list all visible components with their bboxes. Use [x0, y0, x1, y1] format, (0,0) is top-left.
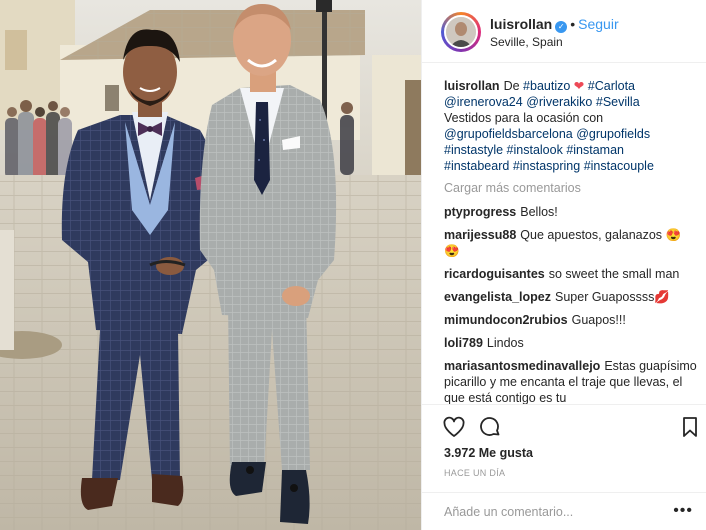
comment-item: ricardoguisantes so sweet the small man — [444, 266, 702, 282]
comment-item: evangelista_lopez Super Guapossss💋 — [444, 289, 702, 305]
hashtag-instastyle[interactable]: #instastyle — [444, 143, 503, 157]
heart-icon[interactable] — [442, 415, 466, 439]
comment-username[interactable]: mariasantosmedinavallejo — [444, 359, 600, 373]
avatar[interactable] — [441, 12, 481, 52]
hashtag-instacouple[interactable]: #instacouple — [584, 159, 654, 173]
comment-text: Que apuestos, galanazos — [520, 228, 663, 242]
comment-item: loli789 Lindos — [444, 335, 702, 351]
caption-username[interactable]: luisrollan — [444, 79, 500, 93]
comment-item: ptyprogress Bellos! — [444, 204, 702, 220]
add-comment-bar: ••• — [422, 492, 706, 530]
comment-username[interactable]: evangelista_lopez — [444, 290, 551, 304]
hashtag-instabeard[interactable]: #instabeard — [444, 159, 509, 173]
verified-icon: ✓ — [555, 21, 568, 33]
comment-icon[interactable] — [478, 415, 502, 439]
post-photo[interactable] — [0, 0, 421, 530]
mention-grupofields[interactable]: @grupofields — [576, 127, 650, 141]
comment-text: Bellos! — [520, 205, 558, 219]
heart-eyes-emoji: 😍 — [444, 244, 460, 258]
comment-text: Super Guapossss — [555, 290, 655, 304]
separator-dot: • — [570, 16, 576, 32]
post-actions-bar — [422, 404, 706, 444]
comments-list[interactable]: luisrollan De #bautizo ❤ #Carlota @irener… — [444, 78, 702, 404]
hashtag-bautizo[interactable]: #bautizo — [523, 79, 570, 93]
hashtag-sevilla[interactable]: #Sevilla — [596, 95, 640, 109]
comment-item: marijessu88 Que apuestos, galanazos 😍 😍 — [444, 227, 702, 259]
user-line: luisrollan ✓ • Seguir — [490, 16, 619, 33]
username-link[interactable]: luisrollan — [490, 16, 552, 32]
caption-text-2: Vestidos para la ocasión con — [444, 111, 604, 125]
comment-text: Guapos!!! — [571, 313, 626, 327]
post-caption: luisrollan De #bautizo ❤ #Carlota @irener… — [444, 78, 702, 174]
heart-eyes-emoji: 😍 — [665, 228, 682, 242]
comment-username[interactable]: mimundocon2rubios — [444, 313, 568, 327]
post-header: luisrollan ✓ • Seguir Seville, Spain — [422, 0, 706, 63]
more-options-button[interactable]: ••• — [673, 503, 693, 519]
likes-count[interactable]: 3.972 Me gusta — [444, 446, 533, 460]
bookmark-icon[interactable] — [678, 415, 702, 439]
mention-irenerova24[interactable]: @irenerova24 — [444, 95, 523, 109]
load-more-comments-button[interactable]: Cargar más comentarios — [444, 180, 702, 196]
post-details-panel: luisrollan ✓ • Seguir Seville, Spain luisro… — [421, 0, 706, 530]
mention-riverakiko[interactable]: @riverakiko — [526, 95, 592, 109]
kiss-lips-emoji: 💋 — [654, 290, 670, 304]
mention-grupofieldsbarcelona[interactable]: @grupofieldsbarcelona — [444, 127, 573, 141]
comment-item: mimundocon2rubios Guapos!!! — [444, 312, 702, 328]
post-timestamp: HACE UN DÍA — [444, 468, 506, 478]
comment-item: mariasantosmedinavallejo Estas guapísimo … — [444, 358, 702, 404]
comment-text: so sweet the small man — [548, 267, 680, 281]
hashtag-instaspring[interactable]: #instaspring — [513, 159, 580, 173]
comment-username[interactable]: ricardoguisantes — [444, 267, 545, 281]
hashtag-instalook[interactable]: #instalook — [507, 143, 563, 157]
location-link[interactable]: Seville, Spain — [490, 35, 563, 49]
comment-text: Lindos — [486, 336, 524, 350]
avatar-photo-icon — [446, 17, 476, 47]
red-heart-emoji: ❤ — [573, 79, 585, 93]
avatar-image — [444, 15, 478, 49]
hashtag-carlota[interactable]: #Carlota — [588, 79, 635, 93]
hashtag-instaman[interactable]: #instaman — [566, 143, 624, 157]
follow-button[interactable]: Seguir — [578, 16, 618, 32]
caption-text: De — [503, 79, 520, 93]
photo-illustration — [0, 0, 421, 530]
comment-username[interactable]: marijessu88 — [444, 228, 516, 242]
comment-username[interactable]: loli789 — [444, 336, 483, 350]
comment-username[interactable]: ptyprogress — [444, 205, 516, 219]
add-comment-input[interactable] — [444, 503, 674, 521]
